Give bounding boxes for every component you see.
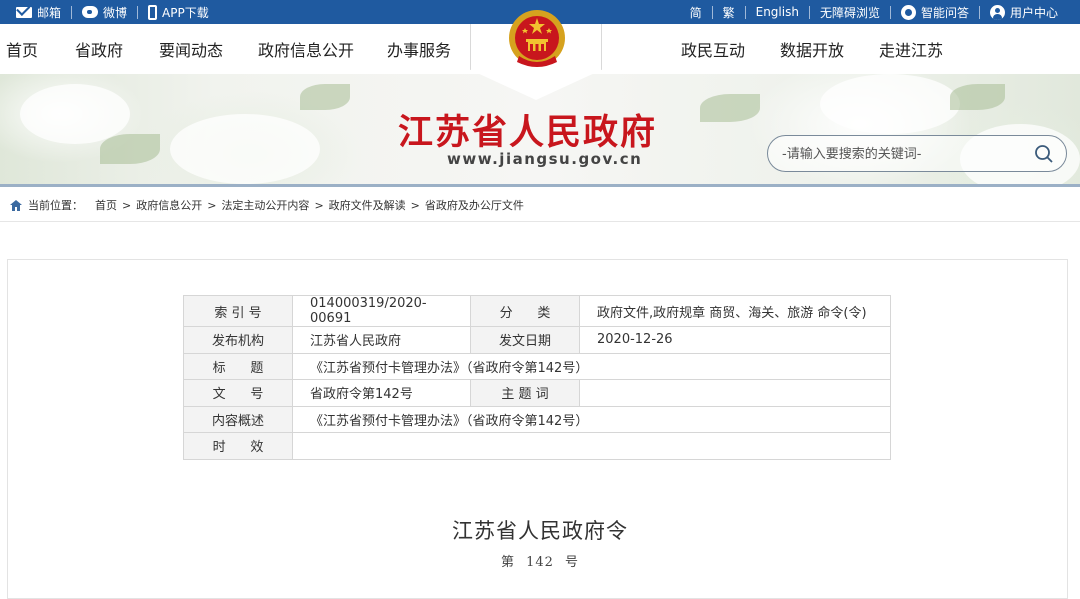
accessibility-label: 无障碍浏览: [819, 5, 880, 20]
qa-icon: [900, 4, 916, 20]
nav-item-open-data[interactable]: 数据开放: [780, 24, 844, 74]
breadcrumb-gov-documents[interactable]: 政府文件及解读: [329, 197, 406, 213]
breadcrumb-separator: >: [122, 198, 132, 212]
breadcrumb-statutory-content[interactable]: 法定主动公开内容: [221, 197, 309, 213]
nav-item-about-jiangsu[interactable]: 走进江苏: [879, 24, 943, 74]
search-input[interactable]: [782, 144, 1022, 164]
weibo-label: 微博: [103, 5, 128, 20]
mail-link[interactable]: 邮箱: [6, 4, 71, 21]
app-download-link[interactable]: APP下载: [138, 4, 219, 21]
search-box: [767, 135, 1067, 172]
document-metadata-table: 索 引 号 014000319/2020-00691 分 类 政府文件,政府规章…: [183, 295, 891, 460]
keywords-value: [579, 379, 891, 407]
category-label: 分 类: [470, 295, 580, 327]
table-row: 内容概述 《江苏省预付卡管理办法》（省政府令第142号）: [183, 405, 891, 433]
home-icon: [10, 199, 22, 211]
table-row: 文 号 省政府令第142号 主 题 词: [183, 379, 891, 407]
document-title: 江苏省人民政府令: [452, 519, 628, 543]
english-label: English: [755, 5, 799, 19]
weibo-icon: [82, 6, 99, 18]
date-label: 发文日期: [470, 326, 580, 354]
app-download-label: APP下载: [162, 5, 209, 20]
breadcrumb-info-disclosure[interactable]: 政府信息公开: [136, 197, 202, 213]
decor-flower: [20, 84, 130, 144]
breadcrumb-office-documents[interactable]: 省政府及办公厅文件: [425, 197, 524, 213]
document-number: 第 142 号: [500, 555, 580, 570]
publisher-label: 发布机构: [183, 326, 293, 354]
doc-number-value: 省政府令第142号: [292, 379, 471, 407]
publisher-value: 江苏省人民政府: [292, 326, 471, 354]
breadcrumb: 当前位置： 首页 > 政府信息公开 > 法定主动公开内容 > 政府文件及解读 >…: [10, 197, 524, 213]
index-label: 索 引 号: [183, 295, 293, 327]
english-link[interactable]: English: [746, 5, 809, 19]
accessibility-link[interactable]: 无障碍浏览: [810, 4, 890, 21]
mail-label: 邮箱: [37, 5, 62, 20]
nav-item-services[interactable]: 办事服务: [387, 24, 451, 74]
title-label: 标 题: [183, 352, 293, 380]
breadcrumb-separator: >: [314, 198, 324, 212]
decor-flower: [820, 74, 960, 134]
simplified-label: 简: [689, 5, 702, 20]
phone-icon: [148, 4, 158, 20]
summary-label: 内容概述: [183, 405, 293, 433]
breadcrumb-home[interactable]: 首页: [95, 197, 117, 213]
index-value: 014000319/2020-00691: [292, 295, 471, 327]
decor-leaf: [300, 84, 350, 110]
simplified-chinese-link[interactable]: 简: [680, 4, 712, 21]
user-center-link[interactable]: 用户中心: [980, 4, 1068, 21]
decor-leaf: [100, 134, 160, 164]
table-row: 时 效: [183, 432, 891, 460]
decor-leaf: [950, 84, 1005, 110]
site-domain: www.jiangsu.gov.cn: [447, 150, 643, 168]
national-emblem-icon: [509, 10, 565, 67]
validity-value: [292, 432, 891, 460]
keywords-label: 主 题 词: [470, 379, 580, 407]
decor-leaf: [700, 94, 760, 122]
breadcrumb-separator: >: [410, 198, 420, 212]
nav-item-info-disclosure[interactable]: 政府信息公开: [258, 24, 354, 74]
weibo-link[interactable]: 微博: [72, 4, 137, 21]
user-center-label: 用户中心: [1009, 5, 1058, 20]
validity-label: 时 效: [183, 432, 293, 460]
nav-item-home[interactable]: 首页: [6, 24, 38, 74]
date-value: 2020-12-26: [579, 326, 891, 354]
traditional-label: 繁: [722, 5, 735, 20]
traditional-chinese-link[interactable]: 繁: [713, 4, 745, 21]
title-value: 《江苏省预付卡管理办法》（省政府令第142号）: [292, 352, 891, 380]
breadcrumb-separator: >: [207, 198, 217, 212]
decor-flower: [170, 114, 320, 184]
breadcrumb-label: 当前位置：: [28, 199, 83, 212]
table-row: 标 题 《江苏省预付卡管理办法》（省政府令第142号）: [183, 352, 891, 380]
nav-item-news[interactable]: 要闻动态: [159, 24, 223, 74]
breadcrumb-bar: 当前位置： 首页 > 政府信息公开 > 法定主动公开内容 > 政府文件及解读 >…: [0, 184, 1080, 222]
nav-item-province-gov[interactable]: 省政府: [75, 24, 123, 74]
summary-value: 《江苏省预付卡管理办法》（省政府令第142号）: [292, 405, 891, 433]
table-row: 发布机构 江苏省人民政府 发文日期 2020-12-26: [183, 326, 891, 354]
smart-qa-link[interactable]: 智能问答: [891, 4, 979, 21]
nav-item-interaction[interactable]: 政民互动: [681, 24, 745, 74]
category-value: 政府文件,政府规章 商贸、海关、旅游 命令(令): [579, 295, 891, 327]
site-title: 江苏省人民政府: [398, 112, 658, 153]
user-icon: [989, 4, 1005, 20]
table-row: 索 引 号 014000319/2020-00691 分 类 政府文件,政府规章…: [183, 295, 891, 327]
search-icon[interactable]: [1034, 144, 1054, 164]
mail-icon: [16, 6, 32, 18]
doc-number-label: 文 号: [183, 379, 293, 407]
qa-label: 智能问答: [920, 5, 969, 20]
